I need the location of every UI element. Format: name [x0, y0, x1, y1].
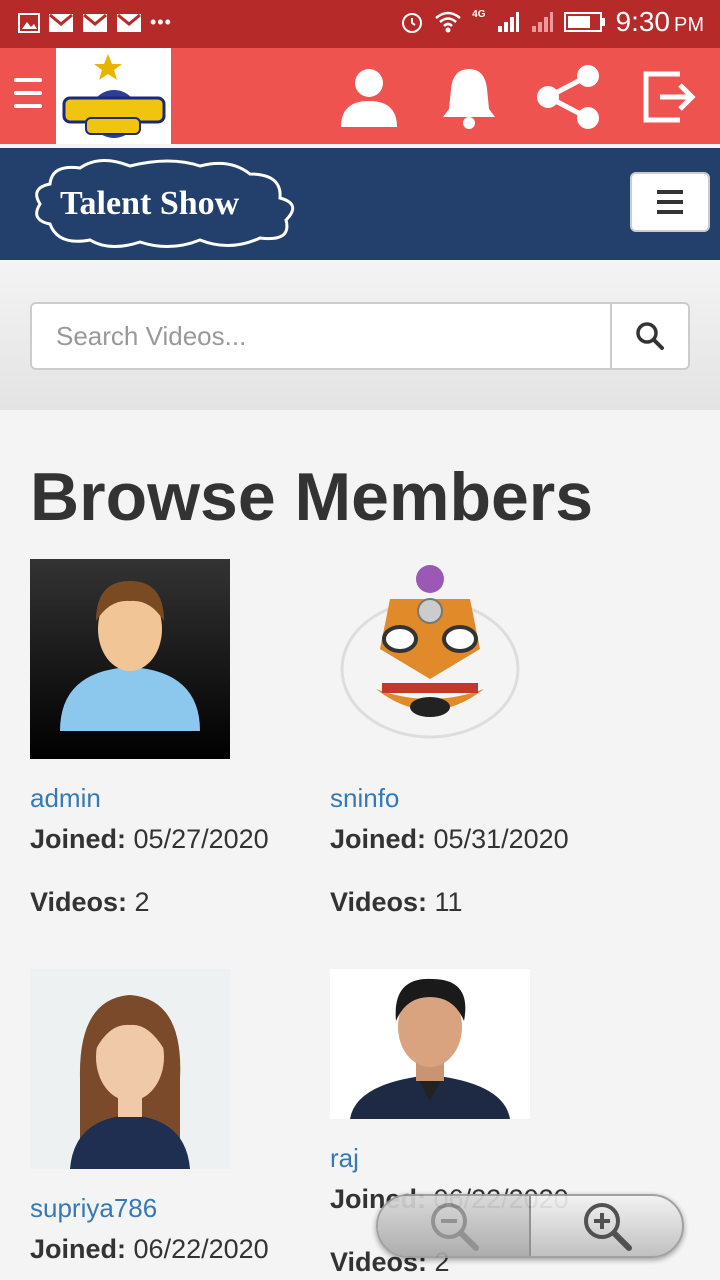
- member-card: admin Joined: 05/27/2020 Videos: 2: [30, 559, 310, 918]
- talent-show-logo-icon: [62, 54, 166, 138]
- woman-photo-avatar-icon: [30, 969, 230, 1169]
- search-button[interactable]: [610, 304, 688, 368]
- app-logo[interactable]: [56, 48, 171, 144]
- member-name-link[interactable]: sninfo: [330, 783, 610, 814]
- member-card: sninfo Joined: 05/31/2020 Videos: 11: [330, 559, 610, 918]
- status-bar: ••• 4G 9:30 PM: [0, 0, 720, 48]
- drawer-menu-button[interactable]: [14, 78, 42, 117]
- member-avatar[interactable]: [330, 969, 530, 1119]
- site-menu-toggle[interactable]: [630, 172, 710, 232]
- member-joined: Joined: 06/22/2020: [30, 1234, 269, 1264]
- clock: 9:30 PM: [615, 6, 705, 37]
- member-name-link[interactable]: raj: [330, 1143, 610, 1174]
- gmail-icon: [49, 13, 73, 32]
- zoom-in-button[interactable]: [531, 1196, 682, 1256]
- member-card: supriya786 Joined: 06/22/2020: [30, 969, 310, 1265]
- man-photo-avatar-icon: [330, 969, 530, 1119]
- zoom-out-button[interactable]: [378, 1196, 531, 1256]
- page-title: Browse Members: [30, 459, 594, 535]
- gallery-icon: [18, 12, 40, 33]
- zoom-out-icon: [430, 1203, 479, 1251]
- search-icon: [636, 322, 664, 350]
- cloud-logo-icon: Talent Show: [35, 159, 295, 248]
- member-avatar[interactable]: [330, 559, 530, 759]
- member-avatar[interactable]: [30, 559, 230, 759]
- gmail-icon: [117, 13, 141, 32]
- member-videos: Videos: 11: [330, 887, 463, 917]
- profile-button[interactable]: [334, 62, 404, 132]
- member-name-link[interactable]: admin: [30, 783, 310, 814]
- share-button[interactable]: [534, 62, 604, 132]
- member-joined: Joined: 05/27/2020: [30, 824, 269, 854]
- member-name-link[interactable]: supriya786: [30, 1193, 310, 1224]
- member-avatar[interactable]: [30, 969, 230, 1169]
- share-icon: [537, 65, 599, 129]
- member-joined: Joined: 05/31/2020: [330, 824, 569, 854]
- battery-icon: [563, 12, 605, 32]
- search-section: [0, 260, 720, 410]
- site-brand-text: Talent Show: [60, 185, 240, 222]
- user-icon: [341, 69, 397, 127]
- logout-button[interactable]: [634, 62, 704, 132]
- app-bar: [0, 48, 720, 144]
- search-box: [30, 302, 690, 370]
- bell-icon: [443, 69, 495, 129]
- signal-weak-icon: [531, 12, 553, 32]
- member-videos: Videos: 2: [30, 887, 150, 917]
- default-user-avatar-icon: [30, 559, 230, 759]
- more-notifications-icon: •••: [150, 12, 172, 32]
- site-header: Talent Show: [0, 148, 720, 260]
- network-type: 4G: [472, 8, 486, 20]
- zoom-control: [376, 1194, 684, 1258]
- lion-mask-avatar-icon: [330, 559, 530, 759]
- zoom-in-icon: [583, 1203, 632, 1251]
- signal-icon: [497, 12, 519, 32]
- search-input[interactable]: [32, 304, 610, 368]
- wifi-icon: [435, 11, 461, 33]
- logout-icon: [643, 71, 696, 123]
- alarm-icon: [402, 13, 423, 33]
- site-logo[interactable]: Talent Show: [30, 154, 310, 254]
- notifications-button[interactable]: [434, 62, 504, 132]
- mail-icon: [83, 13, 107, 32]
